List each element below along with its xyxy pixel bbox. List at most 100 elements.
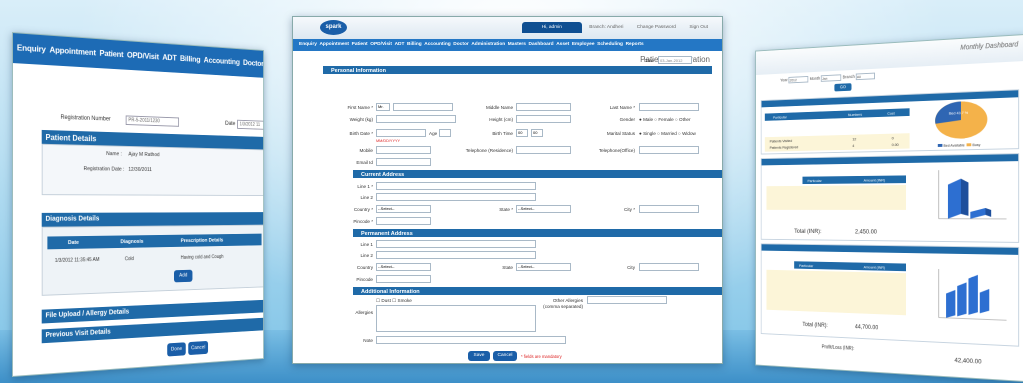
permanent-line1-input[interactable]: [376, 240, 536, 248]
country-select[interactable]: --Select--: [376, 205, 431, 213]
telephone-office-input[interactable]: [639, 146, 699, 154]
center-nav-employee[interactable]: Employee: [572, 42, 595, 47]
age-input[interactable]: [439, 129, 451, 137]
additional-information-form: ☐ Dust ☐ Smoke Allergies Other Allergies…: [323, 296, 713, 346]
add-button[interactable]: Add: [173, 269, 193, 283]
row-diagnosis: Cold: [124, 256, 134, 263]
line1-input[interactable]: [376, 182, 536, 190]
expense-panel-bar: [761, 244, 1019, 255]
gender-radios[interactable]: ● Male ○ Female ○ Other: [639, 117, 691, 122]
branch-select[interactable]: All: [855, 72, 876, 81]
left-nav-billing[interactable]: Billing: [180, 53, 200, 64]
pincode-label: Pincode *: [353, 219, 373, 224]
dashboard-filters: Year 2012 Month Jan Branch All: [780, 72, 876, 84]
permanent-state-select[interactable]: --Select--: [516, 263, 571, 271]
permanent-address-form: Line 1 Line 2 Country --Select-- State -…: [323, 237, 713, 287]
left-nav-adt[interactable]: ADT: [162, 52, 176, 62]
center-nav-billing[interactable]: Billing: [407, 42, 422, 47]
state-select[interactable]: --Select--: [516, 205, 571, 213]
permanent-line2-input[interactable]: [376, 251, 536, 259]
mobile-input[interactable]: [376, 146, 431, 154]
email-input[interactable]: [376, 158, 431, 166]
birth-minute-select[interactable]: 00: [531, 129, 543, 137]
dashboard-title: Monthly Dashboard: [960, 41, 1019, 52]
date-field[interactable]: 1/3/2012 11: [237, 119, 264, 130]
email-label: Email Id: [356, 160, 373, 165]
year-select[interactable]: 2012: [788, 75, 809, 84]
center-nav-dashboard[interactable]: Dashboard: [529, 42, 554, 47]
income-table-header: Particular Amount (INR): [802, 175, 907, 185]
col-numbers: Numbers: [848, 111, 863, 118]
city-label: City *: [624, 207, 635, 212]
middle-name-input[interactable]: [516, 103, 571, 111]
allergies-list[interactable]: [376, 305, 536, 332]
summary-rows: Patients Visited 12 0 Patients Registere…: [764, 133, 910, 152]
income-panel: Particular Amount (INR) Total (INR): 2,4…: [760, 153, 1020, 243]
bar: [968, 274, 978, 316]
weight-input[interactable]: [376, 115, 456, 123]
center-nav-scheduling[interactable]: Scheduling: [597, 42, 623, 47]
cancel-button[interactable]: Cancel: [493, 351, 517, 361]
cancel-button[interactable]: Cancel: [188, 340, 209, 356]
marital-status-radios[interactable]: ● Single ○ Married ○ Widow: [639, 131, 696, 136]
allergy-checkboxes[interactable]: ☐ Dust ☐ Smoke: [376, 298, 412, 304]
sign-out-link[interactable]: Sign Out: [683, 22, 714, 33]
left-nav-appointment[interactable]: Appointment: [49, 45, 95, 58]
left-nav-patient[interactable]: Patient: [99, 48, 123, 59]
left-nav-doctor[interactable]: Doctor: [243, 58, 263, 68]
center-nav-administration[interactable]: Administration: [471, 42, 505, 47]
center-nav-reports[interactable]: Reports: [626, 42, 644, 47]
mandatory-note: * fields are mandatory: [521, 354, 562, 359]
done-button[interactable]: Done: [167, 342, 186, 357]
height-input[interactable]: [516, 115, 571, 123]
center-nav-appointment[interactable]: Appointment: [319, 42, 349, 47]
city-input[interactable]: [639, 205, 699, 213]
permanent-pincode-input[interactable]: [376, 275, 431, 283]
last-name-input[interactable]: [639, 103, 699, 111]
left-nav-accounting[interactable]: Accounting: [204, 55, 240, 66]
change-password-link[interactable]: Change Password: [631, 22, 682, 33]
center-nav-opd-visit[interactable]: OPD/Visit: [370, 42, 392, 47]
birth-date-input[interactable]: [376, 129, 426, 137]
birth-hour-select[interactable]: 00: [516, 129, 528, 137]
expense-panel: Particular Amount (INR) Total (INR): 44,…: [760, 243, 1020, 347]
pincode-input[interactable]: [376, 217, 431, 225]
summary-table-header: Particular Numbers Cost: [764, 108, 910, 121]
col-particular: Particular: [772, 114, 787, 120]
month-label: Month: [809, 76, 821, 82]
center-nav-patient[interactable]: Patient: [352, 42, 368, 47]
table-row: 4: [852, 143, 855, 148]
branch-selector[interactable]: Branch: Andheri: [583, 22, 629, 33]
bar: [957, 282, 967, 317]
telephone-residence-label: Telephone (Residence): [465, 148, 513, 153]
go-button[interactable]: GO: [834, 83, 852, 92]
save-button[interactable]: Save: [468, 351, 490, 361]
other-allergies-label: Other Allergies: [552, 298, 583, 303]
center-nav-adt[interactable]: ADT: [395, 42, 405, 47]
note-input[interactable]: [376, 336, 566, 344]
month-select[interactable]: Jan: [821, 74, 842, 82]
expense-rows: [766, 269, 907, 316]
other-allergies-input[interactable]: [587, 296, 667, 304]
center-nav-asset[interactable]: Asset: [556, 42, 569, 47]
registration-number-field[interactable]: PR-5-2011/1230: [125, 115, 180, 127]
col-amount: Amount (INR): [863, 264, 886, 270]
permanent-country-select[interactable]: --Select--: [376, 263, 431, 271]
left-nav-enquiry[interactable]: Enquiry: [17, 42, 46, 54]
left-nav-opd-visit[interactable]: OPD/Visit: [127, 50, 159, 62]
registration-date-field[interactable]: 03-Jan-2012: [658, 56, 692, 64]
gender-label: Gender: [619, 117, 635, 122]
expense-total-label: Total (INR):: [802, 322, 828, 329]
salutation-select[interactable]: Mr.: [376, 103, 390, 111]
permanent-city-input[interactable]: [639, 263, 699, 271]
telephone-residence-input[interactable]: [516, 146, 571, 154]
birth-time-label: Birth Time: [492, 131, 513, 136]
name-label: Name :: [106, 151, 122, 158]
center-nav-doctor[interactable]: Doctor: [453, 42, 468, 47]
col-particular: Particular: [807, 178, 822, 184]
center-nav-accounting[interactable]: Accounting: [424, 42, 450, 47]
line2-input[interactable]: [376, 193, 536, 201]
first-name-input[interactable]: [393, 103, 453, 111]
center-nav-masters[interactable]: Masters: [508, 42, 526, 47]
center-nav-enquiry[interactable]: Enquiry: [299, 42, 317, 47]
